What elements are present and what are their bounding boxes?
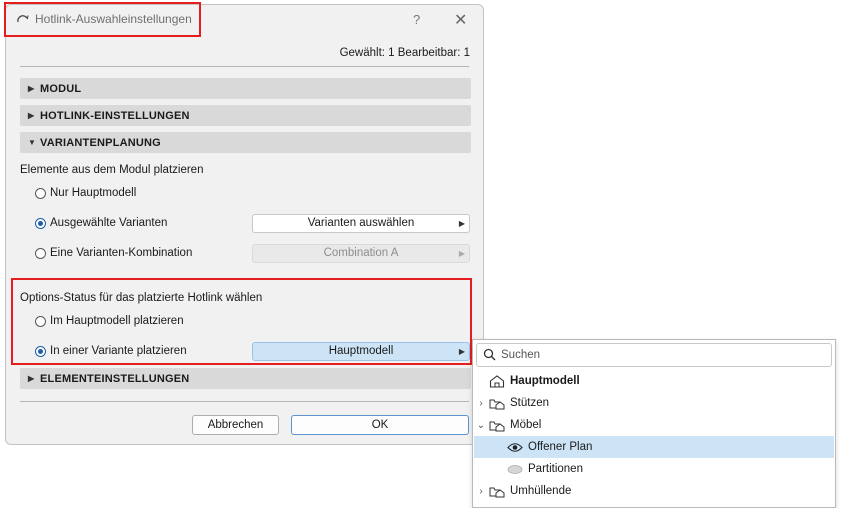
radio-place-in-main-model[interactable]: Im Hauptmodell platzieren (35, 315, 184, 327)
section-modul[interactable]: ▶ MODUL (20, 78, 471, 99)
variant-dropdown-menu: Suchen Hauptmodell › Stützen ⌄ Möbel Off… (472, 339, 836, 508)
variant-set-icon (488, 395, 506, 411)
popup-arrow-icon: ▶ (458, 347, 465, 356)
section-modul-label: MODUL (40, 82, 82, 95)
radio-button[interactable] (35, 345, 46, 357)
search-placeholder: Suchen (501, 349, 541, 361)
hotlink-selection-settings-dialog: Hotlink-Auswahleinstellungen ? ✕ Gewählt… (5, 4, 484, 445)
radio-label: Eine Varianten-Kombination (50, 247, 193, 259)
section-variant-planning[interactable]: ▼ VARIANTENPLANUNG (20, 132, 471, 153)
tree-item-moebel[interactable]: ⌄ Möbel (474, 414, 834, 436)
help-button[interactable]: ? (413, 12, 420, 27)
cancel-button[interactable]: Abbrechen (192, 415, 279, 435)
search-icon (483, 348, 496, 364)
select-variants-button[interactable]: Varianten auswählen ▶ (252, 214, 470, 233)
variant-select-button[interactable]: Hauptmodell ▶ (252, 342, 470, 361)
search-input[interactable]: Suchen (476, 343, 832, 367)
radio-button[interactable] (35, 217, 46, 229)
ok-button[interactable]: OK (291, 415, 469, 435)
options-status-label: Options-Status für das platzierte Hotlin… (20, 292, 263, 304)
tree-item-partitionen[interactable]: Partitionen (474, 458, 834, 480)
chevron-right-icon[interactable]: › (474, 486, 488, 497)
chevron-right-icon[interactable]: › (474, 398, 488, 409)
section-element-settings-label: ELEMENTEINSTELLUNGEN (40, 372, 190, 385)
section-variant-planning-label: VARIANTENPLANUNG (40, 136, 161, 149)
divider (20, 66, 469, 67)
close-button[interactable]: ✕ (454, 10, 467, 30)
variant-select-label: Hauptmodell (328, 345, 394, 357)
combination-select: Combination A ▶ (252, 244, 470, 263)
tree-item-label: Stützen (510, 397, 549, 409)
radio-label: Ausgewählte Varianten (50, 217, 168, 229)
radio-place-in-variant[interactable]: In einer Variante platzieren (35, 345, 187, 357)
variant-set-icon (488, 483, 506, 499)
radio-label: Im Hauptmodell platzieren (50, 315, 184, 327)
eye-icon (506, 439, 524, 455)
expand-arrow-icon: ▶ (28, 374, 35, 383)
radio-main-model-only[interactable]: Nur Hauptmodell (35, 187, 136, 199)
radio-variant-combination[interactable]: Eine Varianten-Kombination (35, 247, 192, 259)
popup-arrow-icon: ▶ (458, 249, 465, 258)
combination-label: Combination A (323, 247, 399, 259)
dialog-title: Hotlink-Auswahleinstellungen (35, 12, 192, 26)
radio-selected-variants[interactable]: Ausgewählte Varianten (35, 217, 167, 229)
radio-label: In einer Variante platzieren (50, 345, 187, 357)
tree-item-label: Hauptmodell (510, 375, 580, 387)
section-hotlink-settings[interactable]: ▶ HOTLINK-EINSTELLUNGEN (20, 105, 471, 126)
selection-status: Gewählt: 1 Bearbeitbar: 1 (339, 47, 470, 59)
expand-arrow-icon: ▶ (28, 84, 35, 93)
hidden-eye-icon (506, 461, 524, 477)
section-hotlink-settings-label: HOTLINK-EINSTELLUNGEN (40, 109, 190, 122)
divider (20, 401, 469, 402)
hotlink-icon (16, 12, 29, 26)
tree-item-main-model[interactable]: Hauptmodell (474, 370, 834, 392)
title-group: Hotlink-Auswahleinstellungen (16, 12, 192, 26)
tree-item-umhuellende[interactable]: › Umhüllende (474, 480, 834, 502)
radio-label: Nur Hauptmodell (50, 187, 137, 199)
expand-arrow-icon: ▶ (28, 111, 35, 120)
place-elements-label: Elemente aus dem Modul platzieren (20, 164, 204, 176)
tree-item-label: Möbel (510, 419, 542, 431)
radio-button[interactable] (35, 187, 46, 199)
popup-arrow-icon: ▶ (458, 219, 465, 228)
radio-button[interactable] (35, 315, 46, 327)
variant-set-icon (488, 417, 506, 433)
tree-item-stuetzen[interactable]: › Stützen (474, 392, 834, 414)
tree-item-offener-plan[interactable]: Offener Plan (474, 436, 834, 458)
house-icon (488, 373, 506, 389)
select-variants-label: Varianten auswählen (307, 217, 415, 229)
collapse-arrow-icon: ▼ (28, 138, 37, 147)
section-element-settings[interactable]: ▶ ELEMENTEINSTELLUNGEN (20, 368, 471, 389)
title-bar: Hotlink-Auswahleinstellungen ? ✕ (6, 5, 483, 35)
tree-item-label: Offener Plan (528, 441, 593, 453)
radio-button[interactable] (35, 247, 46, 259)
tree-item-label: Partitionen (528, 463, 583, 475)
chevron-down-icon[interactable]: ⌄ (474, 420, 488, 431)
tree-item-label: Umhüllende (510, 485, 572, 497)
